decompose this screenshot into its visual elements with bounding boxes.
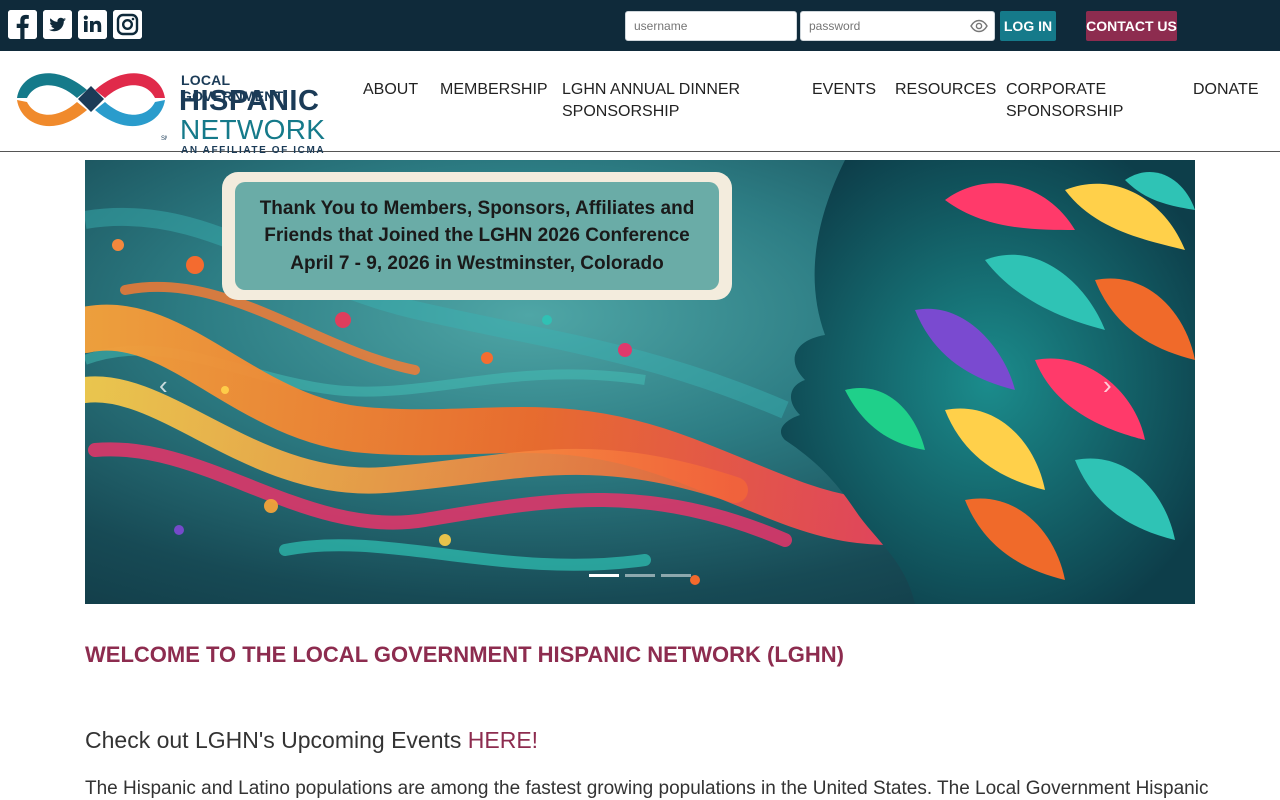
announcement-banner-inner: Thank You to Members, Sponsors, Affiliat…	[235, 182, 719, 290]
nav-annual-dinner-sponsorship[interactable]: LGHN ANNUAL DINNER SPONSORSHIP	[562, 79, 740, 123]
upcoming-events-text: Check out LGHN's Upcoming Events HERE!	[85, 727, 538, 754]
nav-donate[interactable]: DONATE	[1193, 79, 1258, 101]
top-bar: LOG IN CONTACT US	[0, 0, 1280, 51]
carousel-indicator[interactable]	[661, 574, 691, 577]
carousel-indicator[interactable]	[589, 574, 619, 577]
nav-annual-dinner-line2: SPONSORSHIP	[562, 103, 680, 120]
announcement-line3: April 7 - 9, 2026 in Westminster, Colora…	[290, 252, 664, 274]
logo-mark-icon: SM	[17, 73, 167, 140]
nav-events[interactable]: EVENTS	[812, 79, 876, 101]
password-field	[800, 11, 995, 41]
logo-text-hispanic: HISPANIC	[179, 85, 320, 117]
intro-paragraph: The Hispanic and Latino populations are …	[85, 778, 1209, 799]
carousel-indicators	[589, 574, 691, 577]
announcement-banner: Thank You to Members, Sponsors, Affiliat…	[222, 172, 732, 300]
nav-resources[interactable]: RESOURCES	[895, 79, 996, 101]
nav-membership[interactable]: MEMBERSHIP	[440, 79, 548, 101]
nav-annual-dinner-line1: LGHN ANNUAL DINNER	[562, 81, 741, 98]
announcement-line1: Thank You to Members, Sponsors, Affiliat…	[259, 197, 695, 219]
nav-corporate-sponsorship[interactable]: CORPORATE SPONSORSHIP	[1006, 79, 1123, 123]
instagram-icon[interactable]	[113, 10, 142, 39]
site-header: SM LOCAL GOVERNMENT HISPANIC NETWORK AN …	[0, 51, 1280, 156]
login-button[interactable]: LOG IN	[1000, 11, 1056, 41]
username-input[interactable]	[625, 11, 797, 41]
upcoming-events-prefix: Check out LGHN's Upcoming Events	[85, 727, 468, 753]
carousel-indicator[interactable]	[625, 574, 655, 577]
password-input[interactable]	[801, 12, 961, 40]
hero-carousel[interactable]: Thank You to Members, Sponsors, Affiliat…	[85, 160, 1195, 604]
eye-icon[interactable]	[970, 18, 988, 34]
lghn-logo[interactable]: SM LOCAL GOVERNMENT HISPANIC NETWORK AN …	[15, 60, 335, 156]
linkedin-icon[interactable]	[78, 10, 107, 39]
chevron-right-icon[interactable]: ›	[1103, 370, 1112, 401]
upcoming-events-link[interactable]: HERE!	[468, 727, 538, 753]
nav-corporate-line2: SPONSORSHIP	[1006, 103, 1124, 120]
logo-text-network: NETWORK	[180, 114, 326, 145]
nav-corporate-line1: CORPORATE	[1006, 81, 1107, 98]
svg-text:SM: SM	[161, 136, 167, 140]
chevron-left-icon[interactable]: ‹	[159, 370, 168, 401]
logo-text-affiliate: AN AFFILIATE OF ICMA	[181, 145, 326, 156]
twitter-icon[interactable]	[43, 10, 72, 39]
announcement-text: Thank You to Members, Sponsors, Affiliat…	[260, 195, 695, 278]
facebook-icon[interactable]	[8, 10, 37, 39]
contact-us-button[interactable]: CONTACT US	[1086, 11, 1177, 41]
welcome-heading: WELCOME TO THE LOCAL GOVERNMENT HISPANIC…	[85, 642, 844, 667]
nav-about[interactable]: ABOUT	[363, 79, 418, 101]
announcement-line2: Friends that Joined the LGHN 2026 Confer…	[264, 225, 690, 247]
